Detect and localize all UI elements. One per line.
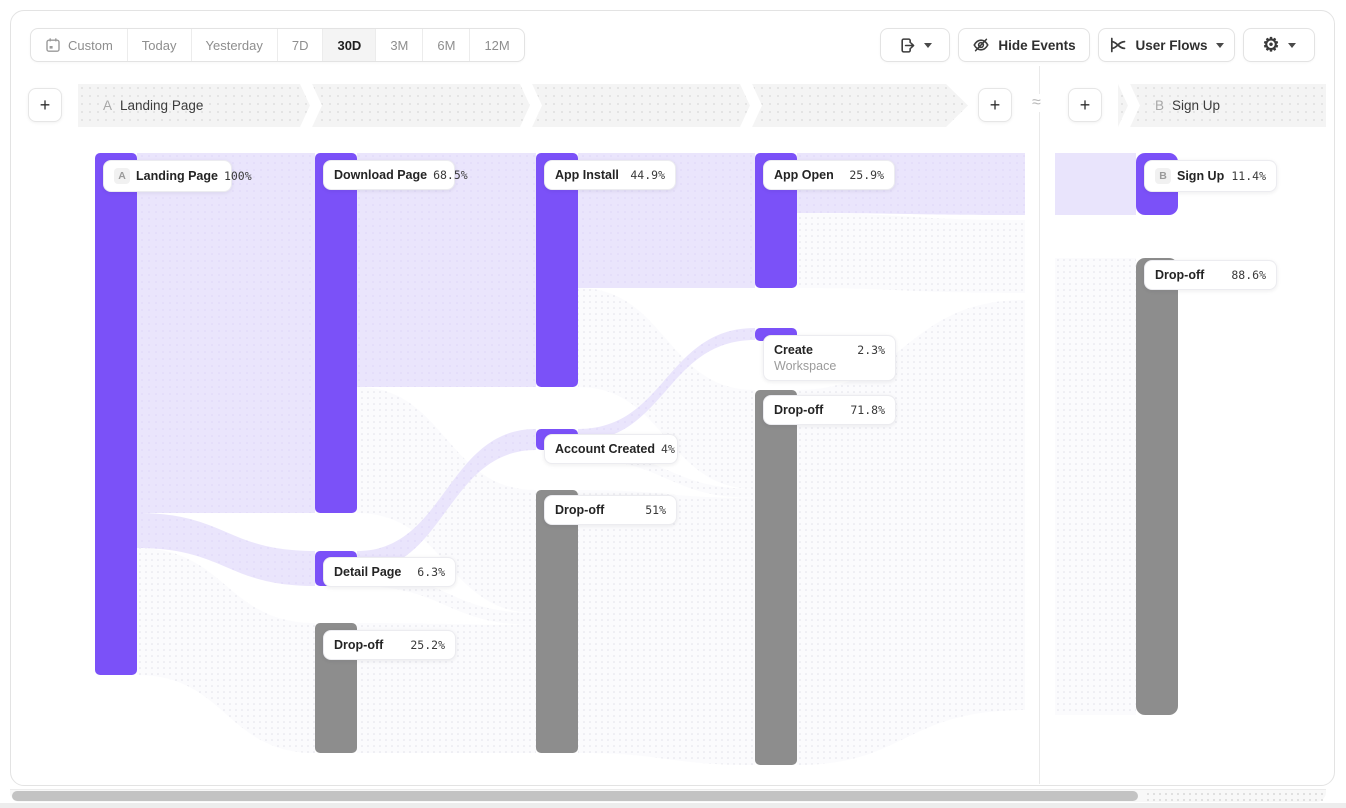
node-label-dropoff-step2[interactable]: Drop-off 25.2% [323,630,456,660]
node-label-app-install[interactable]: App Install 44.9% [544,160,676,190]
node-label-sign-up[interactable]: B Sign Up 11.4% [1144,160,1277,192]
node-label-landing-page[interactable]: A Landing Page 100% [103,160,232,192]
node-landing-page[interactable] [95,153,137,675]
node-label-dropoff-sign-up[interactable]: Drop-off 88.6% [1144,260,1277,290]
node-label-detail-page[interactable]: Detail Page 6.3% [323,557,456,587]
node-dropoff-step3[interactable] [536,490,578,753]
node-download-page[interactable] [315,153,357,513]
approx-separator: ≈ [1029,94,1044,112]
node-label-account-created[interactable]: Account Created 4% [544,434,678,464]
step-badge: B [1155,168,1171,184]
node-label-download-page[interactable]: Download Page 68.5% [323,160,455,190]
user-flows-canvas [0,0,1346,808]
node-label-create-workspace[interactable]: Create 2.3% Workspace [763,335,896,381]
node-dropoff-sign-up[interactable] [1136,258,1178,715]
step-badge: A [114,168,130,184]
node-label-app-open[interactable]: App Open 25.9% [763,160,895,190]
node-label-dropoff-step3[interactable]: Drop-off 51% [544,495,677,525]
node-label-dropoff-step4[interactable]: Drop-off 71.8% [763,395,896,425]
node-dropoff-step4[interactable] [755,390,797,765]
